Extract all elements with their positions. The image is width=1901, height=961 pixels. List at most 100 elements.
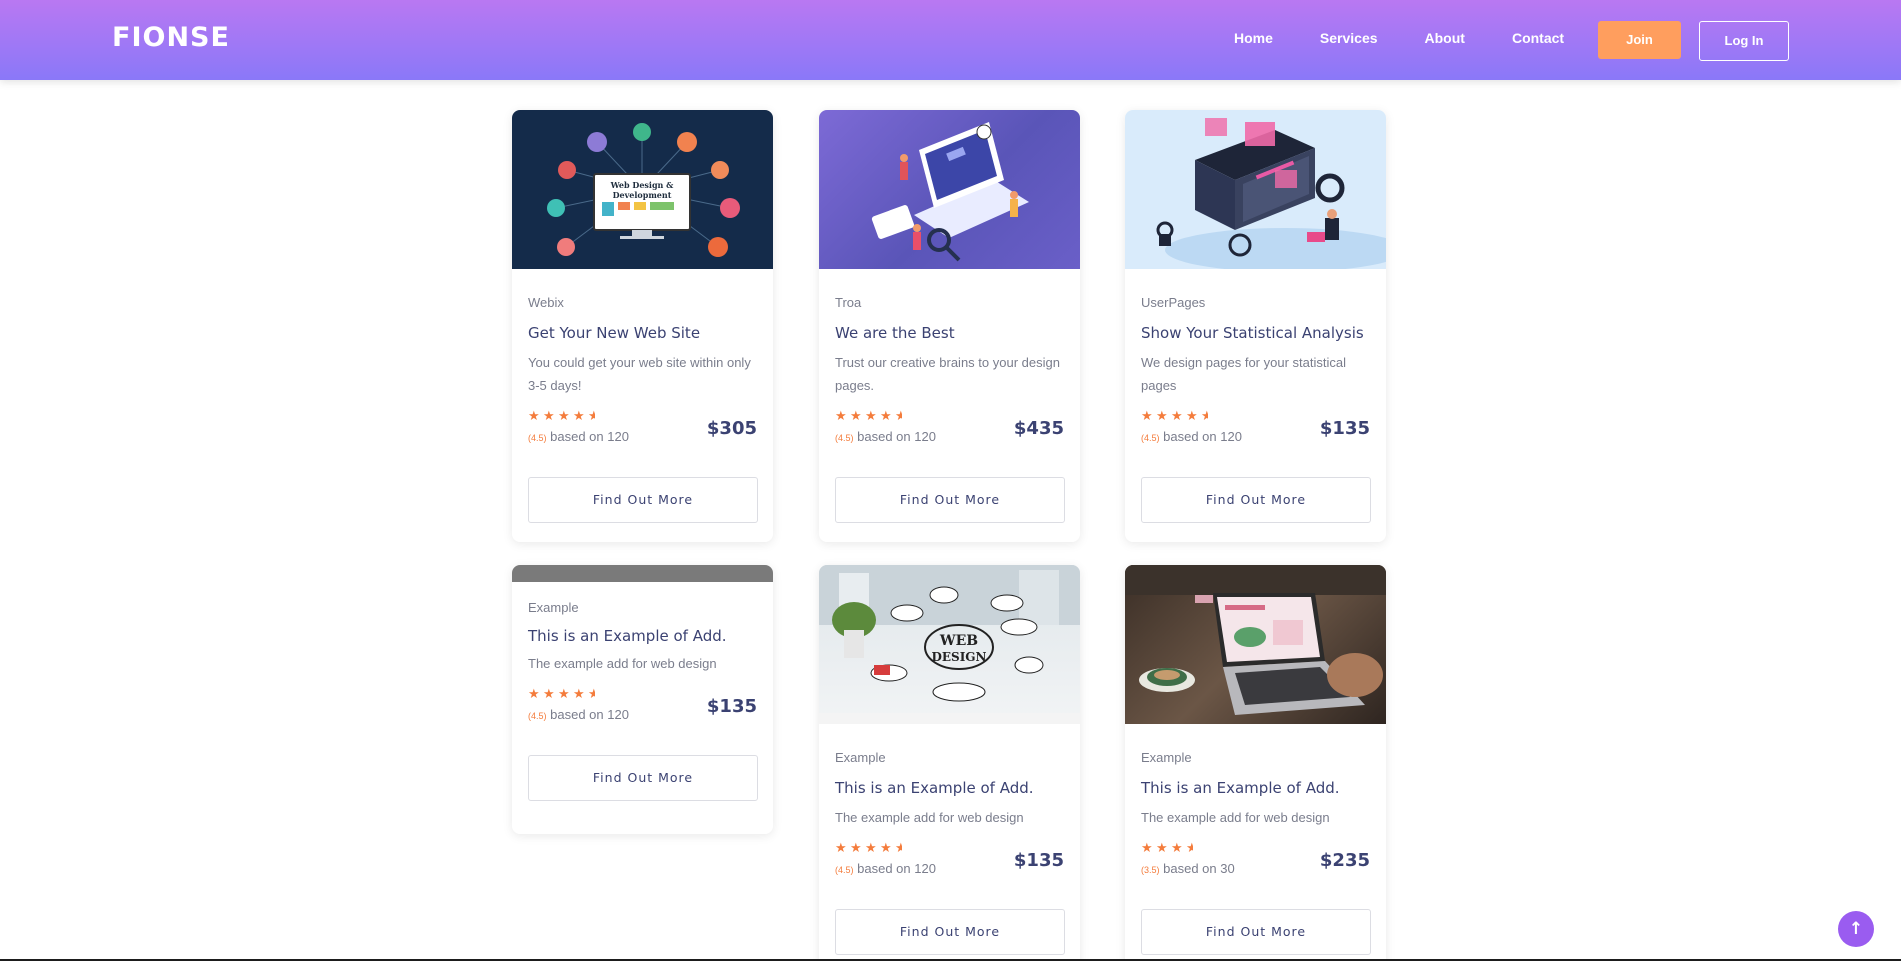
rating-count: based on 120 [857,861,936,876]
service-card: Example This is an Example of Add. The e… [1125,565,1386,961]
star-icon: ★ [573,687,585,702]
card-body: UserPages Show Your Statistical Analysis… [1125,295,1386,523]
card-description: We design pages for your statistical pag… [1141,355,1346,393]
card-title[interactable]: This is an Example of Add. [528,627,757,645]
laptop-coffee-photo [1125,565,1386,715]
card-category: Example [835,750,886,765]
rating-count: based on 120 [550,429,629,444]
nav-link-contact[interactable]: Contact [1512,30,1564,46]
nav-link-home[interactable]: Home [1234,30,1273,46]
svg-text:DESIGN: DESIGN [931,650,986,664]
card-price: $435 [1013,418,1064,439]
rating-row: ★ ★ ★ ★ ★ (4.5) based on 120 $305 [528,409,757,449]
card-description: The example add for web design [528,656,717,671]
rating-meta: (4.5) based on 120 [835,429,936,444]
web-design-sketch-photo: WEB DESIGN [819,565,1080,724]
find-out-more-button[interactable]: Find Out More [835,477,1065,523]
rating-row: ★ ★ ★ ★ ★ (4.5) based on 120 $135 [528,687,757,727]
star-icon: ★ [865,409,877,424]
join-button[interactable]: Join [1598,21,1681,59]
card-image[interactable]: Web Design & Development [512,110,773,269]
half-star-icon: ★ [588,687,595,702]
service-card: WEB DESIGN Example This is an Example of… [819,565,1080,961]
svg-text:Development: Development [613,190,672,200]
card-title[interactable]: Get Your New Web Site [528,324,757,342]
card-title[interactable]: This is an Example of Add. [1141,779,1370,797]
star-rating: ★ ★ ★ ★ ★ [528,687,595,702]
nav-link-about[interactable]: About [1425,30,1465,46]
find-out-more-button[interactable]: Find Out More [1141,477,1371,523]
star-icon: ★ [835,841,847,856]
star-icon: ★ [1186,409,1198,424]
card-category: UserPages [1141,295,1206,310]
brand-logo[interactable]: FIONSE [112,22,230,53]
card-body: Example This is an Example of Add. The e… [819,750,1080,955]
star-icon: ★ [528,409,540,424]
rating-value: (4.5) [1141,433,1160,443]
card-image[interactable] [819,110,1080,269]
half-star-icon: ★ [895,409,902,424]
star-icon: ★ [1171,409,1183,424]
service-card: Troa We are the Best Trust our creative … [819,110,1080,542]
star-rating: ★ ★ ★ ★ ★ [835,409,902,424]
rating-value: (4.5) [835,433,854,443]
card-image[interactable] [1125,110,1386,269]
find-out-more-button[interactable]: Find Out More [528,477,758,523]
find-out-more-button[interactable]: Find Out More [835,909,1065,955]
star-icon: ★ [543,409,555,424]
rating-meta: (4.5) based on 120 [528,429,629,444]
star-icon: ★ [835,409,847,424]
isometric-laptop-team-illustration [871,122,1029,262]
star-icon: ★ [865,841,877,856]
card-category: Example [1141,750,1192,765]
rating-meta: (4.5) based on 120 [835,861,936,876]
star-icon: ★ [1141,841,1153,856]
rating-row: ★ ★ ★ ★ ★ (4.5) based on 120 $135 [835,841,1064,881]
svg-text:Web Design &: Web Design & [610,180,675,190]
web-design-network-illustration: Web Design & Development [547,123,740,257]
back-to-top-button[interactable]: ↑ [1838,911,1874,947]
card-category: Webix [528,295,564,310]
card-category: Troa [835,295,862,310]
rating-count: based on 120 [550,707,629,722]
card-title[interactable]: We are the Best [835,324,1064,342]
half-star-icon: ★ [895,841,902,856]
star-icon: ★ [1141,409,1153,424]
card-body: Troa We are the Best Trust our creative … [819,295,1080,523]
rating-value: (4.5) [528,711,547,721]
rating-count: based on 120 [857,429,936,444]
rating-meta: (4.5) based on 120 [1141,429,1242,444]
rating-count: based on 120 [1163,429,1242,444]
half-star-icon: ★ [588,409,595,424]
rating-count: based on 30 [1163,861,1235,876]
star-rating: ★ ★ ★ ★ ★ [528,409,595,424]
card-title[interactable]: This is an Example of Add. [835,779,1064,797]
arrow-up-icon: ↑ [1848,919,1864,939]
find-out-more-button[interactable]: Find Out More [1141,909,1371,955]
login-button[interactable]: Log In [1699,21,1789,61]
nav-links: Home Services About Contact [1234,30,1611,46]
star-icon: ★ [880,841,892,856]
star-rating: ★ ★ ★ ★ [1141,841,1193,856]
star-icon: ★ [850,841,862,856]
empty-image-bar [512,565,773,582]
half-star-icon: ★ [1201,409,1208,424]
card-description: The example add for web design [835,810,1024,825]
star-icon: ★ [543,687,555,702]
nav-link-services[interactable]: Services [1320,30,1378,46]
card-title[interactable]: Show Your Statistical Analysis [1141,324,1370,342]
find-out-more-button[interactable]: Find Out More [528,755,758,801]
card-image[interactable] [1125,565,1386,724]
card-price: $305 [706,418,757,439]
rating-row: ★ ★ ★ ★ ★ (4.5) based on 120 $135 [1141,409,1370,449]
star-icon: ★ [1171,841,1183,856]
star-icon: ★ [880,409,892,424]
star-icon: ★ [850,409,862,424]
rating-row: ★ ★ ★ ★ ★ (4.5) based on 120 $435 [835,409,1064,449]
half-star-icon: ★ [1186,841,1193,856]
star-icon: ★ [558,409,570,424]
card-image[interactable]: WEB DESIGN [819,565,1080,724]
card-body: Example This is an Example of Add. The e… [512,600,773,801]
card-description: The example add for web design [1141,810,1330,825]
card-description: You could get your web site within only … [528,355,751,393]
